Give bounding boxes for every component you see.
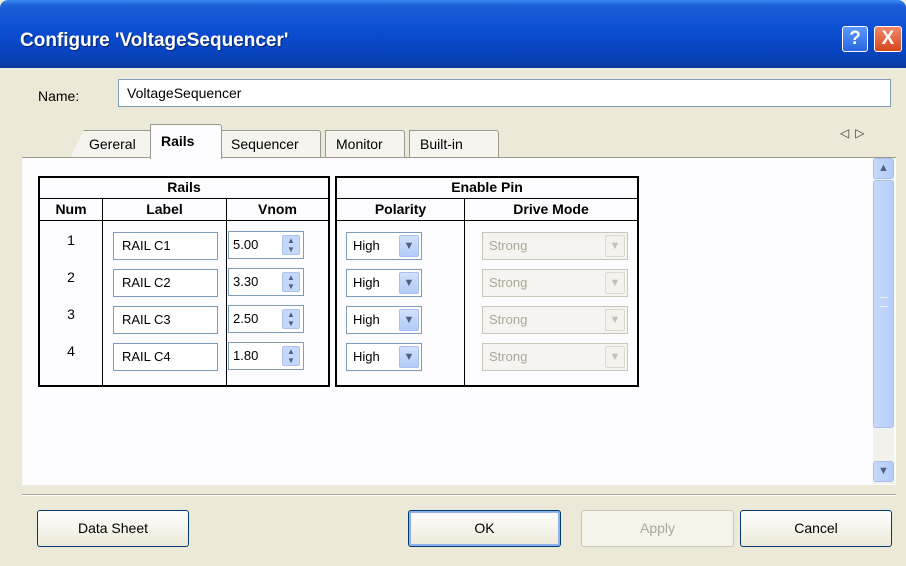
title-bar[interactable]: Configure 'VoltageSequencer' ? X [0,0,906,68]
tab-label: Rails [161,133,195,149]
drive-mode-select: Strong ▼ [482,343,628,371]
up-down-arrows-icon[interactable]: ▲ ▼ [282,235,300,255]
tab-general[interactable]: Gereral [70,130,154,158]
chevron-down-icon[interactable]: ▼ [399,309,419,331]
tab-label: Gereral [89,136,136,152]
enable-pin-group-header: Enable Pin [451,179,523,195]
vnom-spinner[interactable]: 1.80 ▲ ▼ [228,342,304,370]
chevron-down-icon: ▼ [605,235,625,257]
vnom-value: 3.30 [233,274,259,289]
polarity-value: High [353,238,380,253]
tab-builtin[interactable]: Built-in [409,130,499,158]
tab-label: Sequencer [231,136,299,152]
rail-label-input[interactable]: RAIL C2 [113,269,218,297]
column-header-vnom: Vnom [258,201,297,217]
polarity-value: High [353,312,380,327]
tab-scroll-right-icon[interactable]: ▷ [855,126,870,140]
vnom-value: 5.00 [233,237,259,252]
polarity-value: High [353,275,380,290]
up-down-arrows-icon[interactable]: ▲ ▼ [282,346,300,366]
polarity-select[interactable]: High ▼ [346,343,422,371]
drive-mode-value: Strong [489,349,528,364]
name-input[interactable]: VoltageSequencer [118,79,891,107]
vnom-spinner[interactable]: 3.30 ▲ ▼ [228,268,304,296]
vertical-scrollbar[interactable]: ▲ ▼ [873,158,894,484]
tab-strip: Gereral Rails Sequencer Monitor Built-in [40,124,900,159]
drive-mode-value: Strong [489,238,528,253]
chevron-down-icon[interactable]: ▼ [399,272,419,294]
drive-mode-value: Strong [489,312,528,327]
row-num: 2 [67,269,75,285]
chevron-down-icon: ▼ [605,309,625,331]
window-title: Configure 'VoltageSequencer' [20,30,289,51]
tab-monitor[interactable]: Monitor [325,130,405,158]
tab-rails[interactable]: Rails [150,124,222,159]
vnom-spinner[interactable]: 2.50 ▲ ▼ [228,305,304,333]
row-num: 4 [67,343,75,359]
help-button[interactable]: ? [842,26,868,52]
vnom-value: 2.50 [233,311,259,326]
column-header-label: Label [146,201,183,217]
divider [22,494,896,496]
polarity-select[interactable]: High ▼ [346,306,422,334]
column-header-polarity: Polarity [374,201,427,217]
drive-mode-value: Strong [489,275,528,290]
scroll-down-icon[interactable]: ▼ [873,461,894,482]
datasheet-button[interactable]: Data Sheet [37,510,189,547]
ok-button[interactable]: OK [408,510,561,547]
close-button[interactable]: X [874,26,902,52]
chevron-down-icon: ▼ [605,272,625,294]
rails-table: Rails Num Label Vnom 1 2 3 4 RAIL C1 RAI… [38,176,330,387]
drive-mode-select: Strong ▼ [482,269,628,297]
polarity-select[interactable]: High ▼ [346,269,422,297]
rail-label-input[interactable]: RAIL C4 [113,343,218,371]
vnom-spinner[interactable]: 5.00 ▲ ▼ [228,231,304,259]
tab-sequencer[interactable]: Sequencer [220,130,321,158]
tab-label: Built-in [420,136,463,152]
tab-scroll-arrows[interactable]: ◁▷ [840,126,870,140]
vnom-value: 1.80 [233,348,259,363]
column-header-drive-mode: Drive Mode [513,201,589,217]
tab-scroll-left-icon[interactable]: ◁ [840,126,855,140]
name-label: Name: [38,88,80,104]
chevron-down-icon[interactable]: ▼ [399,346,419,368]
drive-mode-select: Strong ▼ [482,306,628,334]
polarity-value: High [353,349,380,364]
cancel-button[interactable]: Cancel [740,510,892,547]
rail-label-input[interactable]: RAIL C3 [113,306,218,334]
drive-mode-select: Strong ▼ [482,232,628,260]
tab-label: Monitor [336,136,383,152]
row-num: 1 [67,232,75,248]
rail-label-input[interactable]: RAIL C1 [113,232,218,260]
polarity-select[interactable]: High ▼ [346,232,422,260]
chevron-down-icon[interactable]: ▼ [399,235,419,257]
enable-pin-table: Enable Pin Polarity Drive Mode High ▼ Hi… [335,176,639,387]
scroll-up-icon[interactable]: ▲ [873,158,894,179]
up-down-arrows-icon[interactable]: ▲ ▼ [282,309,300,329]
rails-group-header: Rails [167,179,201,195]
chevron-down-icon: ▼ [605,346,625,368]
column-header-num: Num [55,201,87,217]
row-num: 3 [67,306,75,322]
apply-button: Apply [581,510,734,547]
up-down-arrows-icon[interactable]: ▲ ▼ [282,272,300,292]
scroll-thumb[interactable] [873,180,894,428]
